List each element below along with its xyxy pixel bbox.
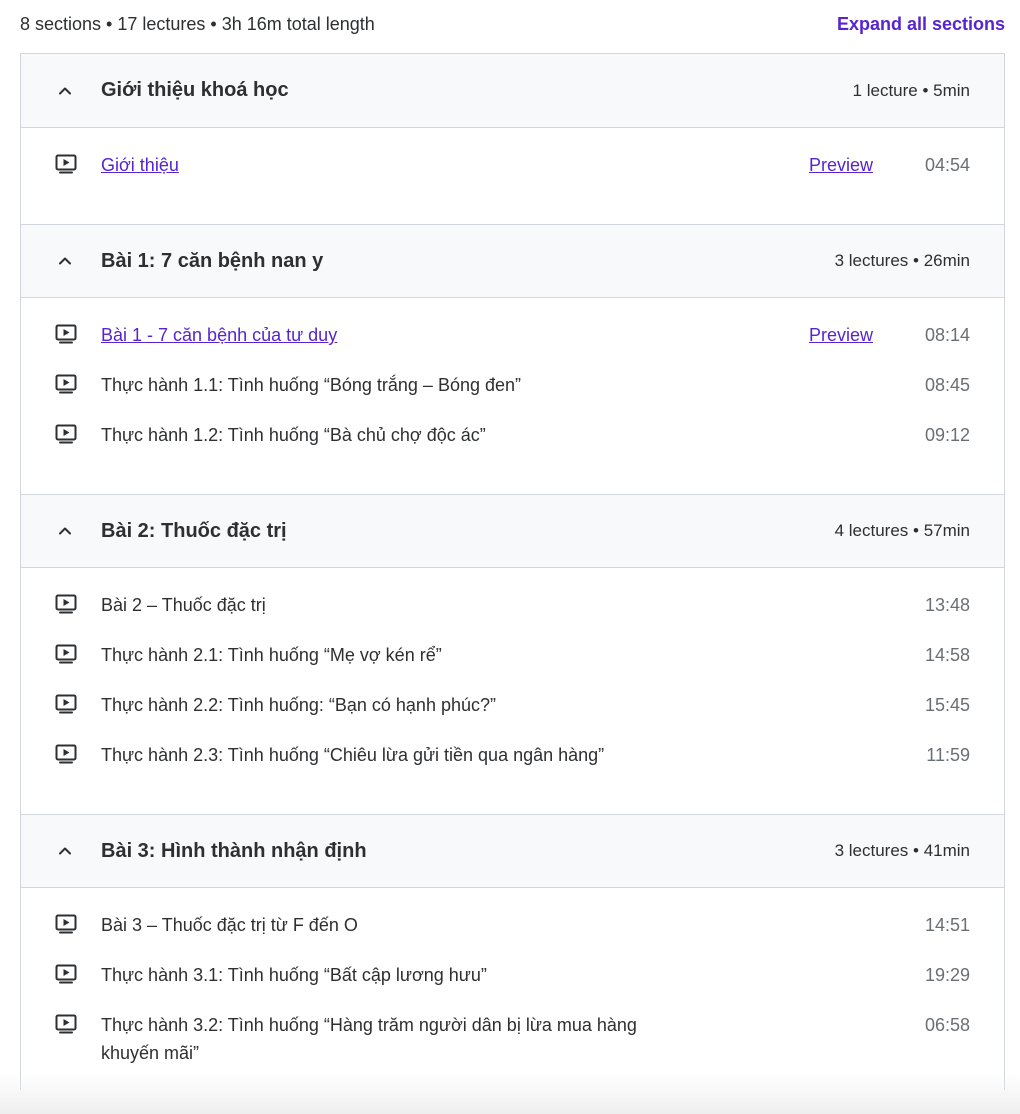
lecture-item: Thực hành 2.2: Tình huống: “Bạn có hạnh … (55, 691, 970, 741)
video-play-icon (55, 321, 101, 350)
lecture-right-group: 06:58 (919, 1011, 970, 1039)
section-title: Bài 2: Thuốc đặc trị (101, 519, 287, 542)
course-curriculum: Giới thiệu khoá học 1 lecture • 5min Giới … (20, 53, 1005, 1090)
section-title: Bài 3: Hình thành nhận định (101, 839, 367, 862)
section-meta: 3 lectures • 26min (834, 251, 970, 270)
lecture-item[interactable]: Bài 1 - 7 căn bệnh của tư duy Preview 08:1… (55, 321, 970, 371)
lecture-right-group: 08:45 (919, 371, 970, 399)
lecture-title: Thực hành 2.3: Tình huống “Chiêu lừa gửi… (101, 745, 605, 765)
lecture-right-group: Preview 08:14 (809, 321, 970, 349)
lecture-item: Thực hành 3.2: Tình huống “Hàng trăm ngư… (55, 1011, 970, 1067)
lecture-duration: 14:51 (924, 915, 970, 935)
lecture-title: Bài 2 – Thuốc đặc trị (101, 595, 266, 615)
lecture-right-group: 09:12 (919, 421, 970, 449)
lecture-duration: 19:29 (924, 965, 970, 985)
lecture-title: Thực hành 2.2: Tình huống: “Bạn có hạnh … (101, 695, 496, 715)
lecture-item: Thực hành 2.3: Tình huống “Chiêu lừa gửi… (55, 741, 970, 791)
video-play-icon (55, 591, 101, 620)
section-header[interactable]: Bài 2: Thuốc đặc trị 4 lectures • 57min (21, 494, 1004, 568)
course-summary-text: 8 sections • 17 lectures • 3h 16m total … (20, 13, 375, 34)
lecture-list: Giới thiệu Preview 04:54 (21, 128, 1004, 224)
lecture-right-group: Preview 04:54 (809, 151, 970, 179)
section-header[interactable]: Bài 3: Hình thành nhận định 3 lectures • … (21, 814, 1004, 888)
lecture-title: Thực hành 3.1: Tình huống “Bất cập lương… (101, 965, 487, 985)
section-title: Bài 1: 7 căn bệnh nan y (101, 249, 324, 272)
lecture-title: Thực hành 3.2: Tình huống “Hàng trăm ngư… (101, 1015, 637, 1063)
lecture-item: Thực hành 1.1: Tình huống “Bóng trắng – … (55, 371, 970, 421)
curriculum-section: Bài 3: Hình thành nhận định 3 lectures • … (21, 814, 1004, 1090)
curriculum-section: Bài 2: Thuốc đặc trị 4 lectures • 57min Bà… (21, 494, 1004, 814)
video-play-icon (55, 691, 101, 720)
lecture-item[interactable]: Giới thiệu Preview 04:54 (55, 151, 970, 201)
video-play-icon (55, 741, 101, 770)
lecture-item: Thực hành 1.2: Tình huống “Bà chủ chợ độ… (55, 421, 970, 471)
lecture-duration: 15:45 (924, 695, 970, 715)
video-play-icon (55, 1011, 101, 1040)
lecture-right-group: 19:29 (919, 961, 970, 989)
lecture-right-group: 14:58 (919, 641, 970, 669)
section-title: Giới thiệu khoá học (101, 79, 289, 101)
preview-link[interactable]: Preview (809, 151, 873, 179)
lecture-title: Thực hành 1.2: Tình huống “Bà chủ chợ độ… (101, 425, 486, 445)
section-meta: 4 lectures • 57min (834, 521, 970, 540)
chevron-up-icon[interactable] (57, 843, 101, 859)
section-meta: 1 lecture • 5min (852, 80, 970, 100)
lecture-duration: 08:14 (924, 325, 970, 345)
lecture-duration: 11:59 (926, 745, 970, 765)
lecture-right-group: 15:45 (919, 691, 970, 719)
section-header[interactable]: Giới thiệu khoá học 1 lecture • 5min (21, 54, 1004, 128)
expand-all-sections-button[interactable]: Expand all sections (837, 14, 1005, 35)
preview-link[interactable]: Preview (809, 321, 873, 349)
lecture-duration: 14:58 (924, 645, 970, 665)
lecture-list: Bài 3 – Thuốc đặc trị từ F đến O 14:51 Thự… (21, 888, 1004, 1090)
lecture-item: Bài 2 – Thuốc đặc trị 13:48 (55, 591, 970, 641)
lecture-list: Bài 1 - 7 căn bệnh của tư duy Preview 08:1… (21, 298, 1004, 494)
lecture-duration: 08:45 (924, 375, 970, 395)
lecture-duration: 13:48 (924, 595, 970, 615)
lecture-duration: 09:12 (924, 425, 970, 445)
lecture-title: Bài 3 – Thuốc đặc trị từ F đến O (101, 915, 358, 935)
lecture-title: Thực hành 1.1: Tình huống “Bóng trắng – … (101, 375, 522, 395)
curriculum-section: Giới thiệu khoá học 1 lecture • 5min Giới … (21, 54, 1004, 224)
lecture-right-group: 14:51 (919, 911, 970, 939)
video-play-icon (55, 961, 101, 990)
section-header[interactable]: Bài 1: 7 căn bệnh nan y 3 lectures • 26mi… (21, 224, 1004, 298)
video-play-icon (55, 371, 101, 400)
lecture-title[interactable]: Bài 1 - 7 căn bệnh của tư duy (101, 321, 661, 349)
lecture-right-group: 11:59 (919, 741, 970, 769)
lecture-item: Thực hành 2.1: Tình huống “Mẹ vợ kén rể”… (55, 641, 970, 691)
lecture-item: Bài 3 – Thuốc đặc trị từ F đến O 14:51 (55, 911, 970, 961)
lecture-duration: 04:54 (924, 155, 970, 175)
lecture-title[interactable]: Giới thiệu (101, 151, 661, 179)
video-play-icon (55, 421, 101, 450)
lecture-list: Bài 2 – Thuốc đặc trị 13:48 Thực hành 2.1:… (21, 568, 1004, 814)
lecture-item: Thực hành 3.1: Tình huống “Bất cập lương… (55, 961, 970, 1011)
video-play-icon (55, 911, 101, 940)
chevron-up-icon[interactable] (57, 523, 101, 539)
lecture-title: Thực hành 2.1: Tình huống “Mẹ vợ kén rể” (101, 645, 442, 665)
lecture-right-group: 13:48 (919, 591, 970, 619)
video-play-icon (55, 641, 101, 670)
curriculum-section: Bài 1: 7 căn bệnh nan y 3 lectures • 26mi… (21, 224, 1004, 494)
chevron-up-icon[interactable] (57, 253, 101, 269)
section-meta: 3 lectures • 41min (834, 841, 970, 860)
chevron-up-icon[interactable] (57, 83, 101, 99)
lecture-duration: 06:58 (924, 1015, 970, 1035)
curriculum-summary-bar: 8 sections • 17 lectures • 3h 16m total … (20, 0, 1005, 52)
video-play-icon (55, 151, 101, 180)
